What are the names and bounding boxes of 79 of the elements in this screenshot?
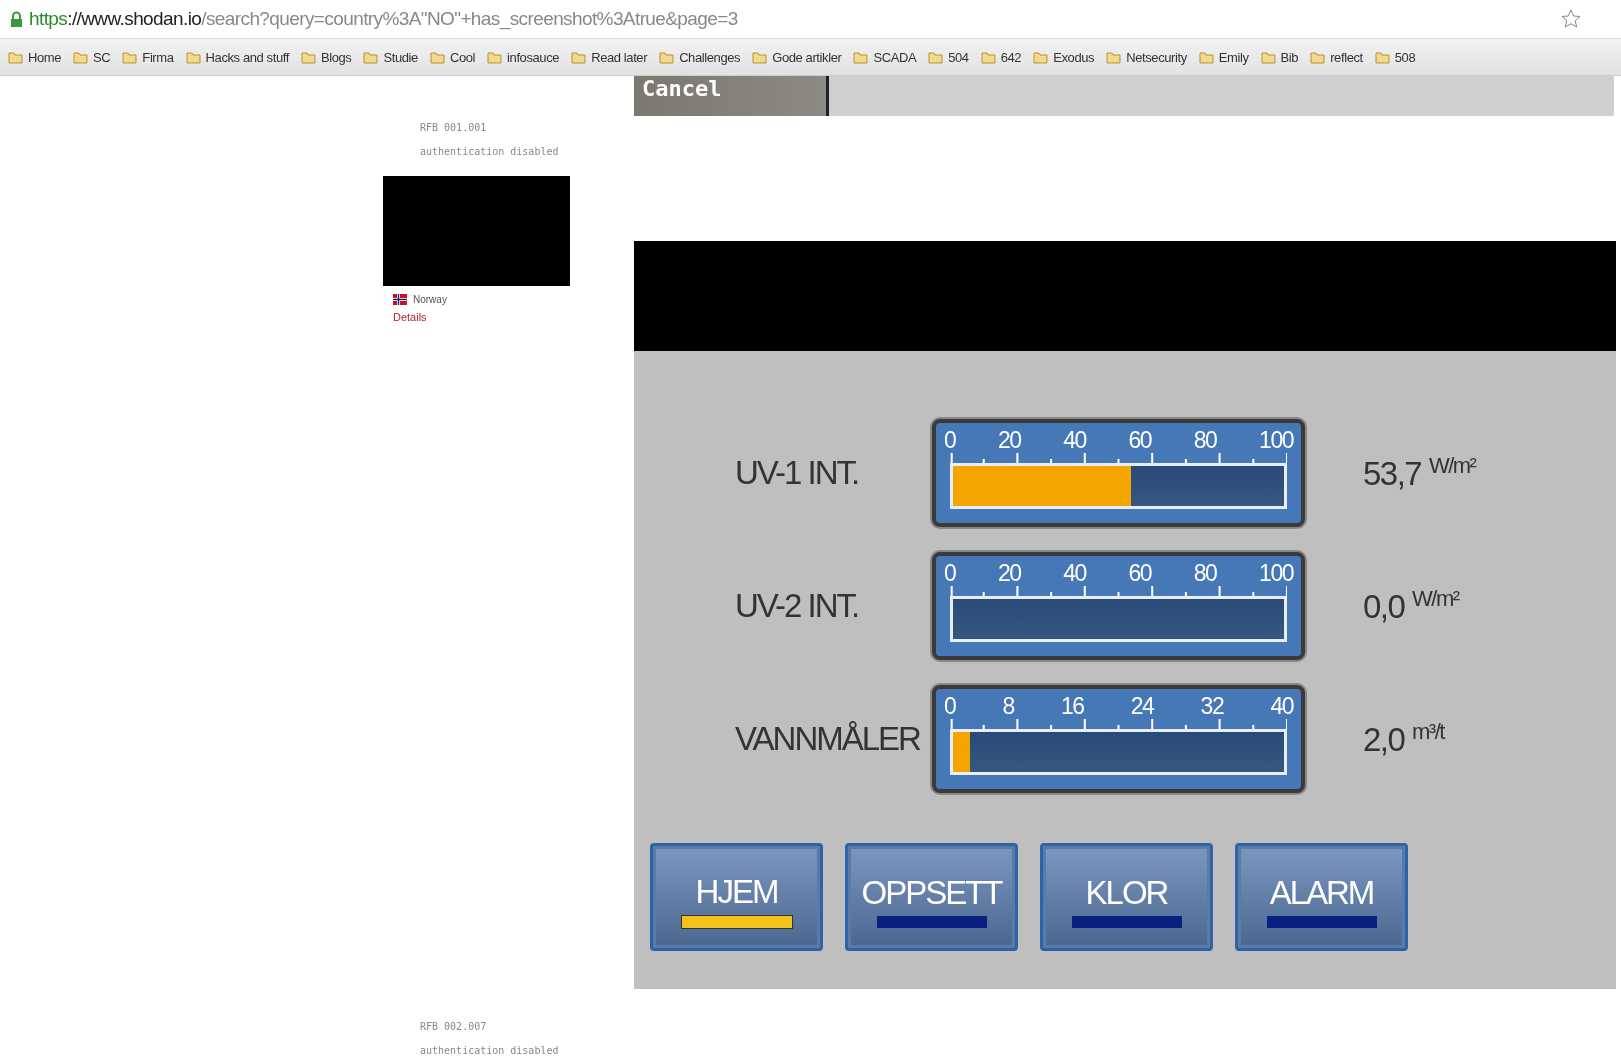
folder-icon [853, 50, 869, 64]
lock-icon [10, 10, 23, 28]
folder-icon [429, 50, 445, 64]
bookmark-link[interactable]: Exodus [1053, 49, 1095, 65]
folder-icon [1033, 50, 1049, 64]
meter-value: 53,7 $^{W/m²}$ [1363, 453, 1476, 493]
folder-icon [122, 50, 138, 64]
bookmark-link[interactable]: Hacks and stuff [205, 49, 289, 65]
scale-label: 20 [998, 560, 1021, 586]
bookmark-link[interactable]: Emily [1218, 49, 1249, 65]
meter-label: VANNMÅLER [734, 720, 921, 758]
meter-value: 2,0 $^{m³/t}$ [1363, 719, 1444, 759]
bookmark-link[interactable]: Firma [142, 49, 174, 65]
scale-label: 80 [1193, 427, 1217, 453]
scale-label: 60 [1128, 560, 1152, 586]
nav-button[interactable]: KLOR [1040, 843, 1213, 951]
scale-label: 40 [1063, 560, 1086, 586]
bookmark-link[interactable]: infosauce [507, 49, 560, 65]
scale-label: 60 [1128, 427, 1152, 453]
nav-button[interactable]: OPPSETT [845, 843, 1018, 951]
folder-icon [185, 50, 201, 64]
meter-label: UV-2 INT. [734, 587, 860, 625]
folder-icon [487, 50, 503, 64]
folder-icon [300, 50, 316, 64]
scale-label: 0 [944, 427, 956, 453]
bookmark-link[interactable]: Challenges [679, 49, 741, 65]
scale-label: 100 [1259, 427, 1293, 453]
meter-label: UV-1 INT. [734, 454, 860, 492]
bookmark-link[interactable]: Gode artikler [772, 49, 842, 65]
bookmark-link[interactable]: Bib [1280, 49, 1299, 65]
scale-label: 16 [1061, 693, 1084, 719]
nav-button[interactable]: ALARM [1235, 843, 1408, 951]
folder-icon [980, 50, 996, 64]
bookmark-link[interactable]: 642 [1000, 49, 1022, 65]
folder-icon [752, 50, 768, 64]
folder-icon [1198, 50, 1214, 64]
bookmark-link[interactable]: SCADA [873, 49, 917, 65]
flag-icon [393, 294, 407, 305]
folder-icon [1260, 50, 1276, 64]
scale-label: 100 [1259, 560, 1293, 586]
folder-icon [363, 50, 379, 64]
scale-label: 20 [998, 427, 1021, 453]
folder-icon [1106, 50, 1122, 64]
folder-icon [571, 50, 587, 64]
scale-label: 40 [1270, 693, 1293, 719]
scale-label: 24 [1130, 693, 1154, 719]
url-text[interactable]: https://www.shodan.io/search?query=country%3A"NO"+has_screenshot%3Atrue&page=3 [29, 8, 738, 30]
auth-text: authentication disabled [420, 1045, 559, 1057]
folder-icon [8, 50, 23, 64]
folder-icon [73, 50, 89, 64]
folder-icon [1374, 50, 1390, 64]
bookmark-link[interactable]: Netsecurity [1126, 49, 1187, 65]
auth-text: authentication disabled [420, 146, 560, 159]
bookmark-link[interactable]: 504 [948, 49, 969, 65]
nav-button[interactable]: HJEM [650, 843, 823, 951]
bookmark-link[interactable]: Home [28, 49, 62, 65]
country-text: Norway [413, 294, 447, 305]
bookmark-link[interactable]: reflect [1330, 49, 1363, 65]
protocol-text: RFB 002.007 [420, 1021, 488, 1034]
protocol-text: RFB 001.001 [420, 122, 488, 135]
scale-label: 0 [944, 560, 956, 586]
bookmark-link[interactable]: Cool [449, 49, 476, 65]
scale-label: 32 [1200, 693, 1224, 719]
folder-icon [928, 50, 944, 64]
folder-icon [659, 50, 675, 64]
scale-label: 80 [1193, 560, 1217, 586]
meter-value: 0,0 $^{W/m²}$ [1363, 586, 1459, 626]
scale-label: 40 [1063, 427, 1086, 453]
bookmark-link[interactable]: Blogs [320, 49, 352, 65]
bookmark-link[interactable]: SC [93, 49, 111, 65]
bookmark-link[interactable]: Studie [383, 49, 418, 65]
details-link[interactable]: Details [383, 311, 634, 323]
bookmark-link[interactable]: 508 [1394, 49, 1416, 65]
scale-label: 8 [1002, 693, 1014, 719]
scale-label: 0 [944, 693, 956, 719]
folder-icon [1310, 50, 1326, 64]
bookmark-link[interactable]: Read later [591, 49, 648, 65]
star-icon[interactable] [1561, 9, 1581, 29]
cancel-button[interactable]: Cancel [634, 76, 829, 116]
